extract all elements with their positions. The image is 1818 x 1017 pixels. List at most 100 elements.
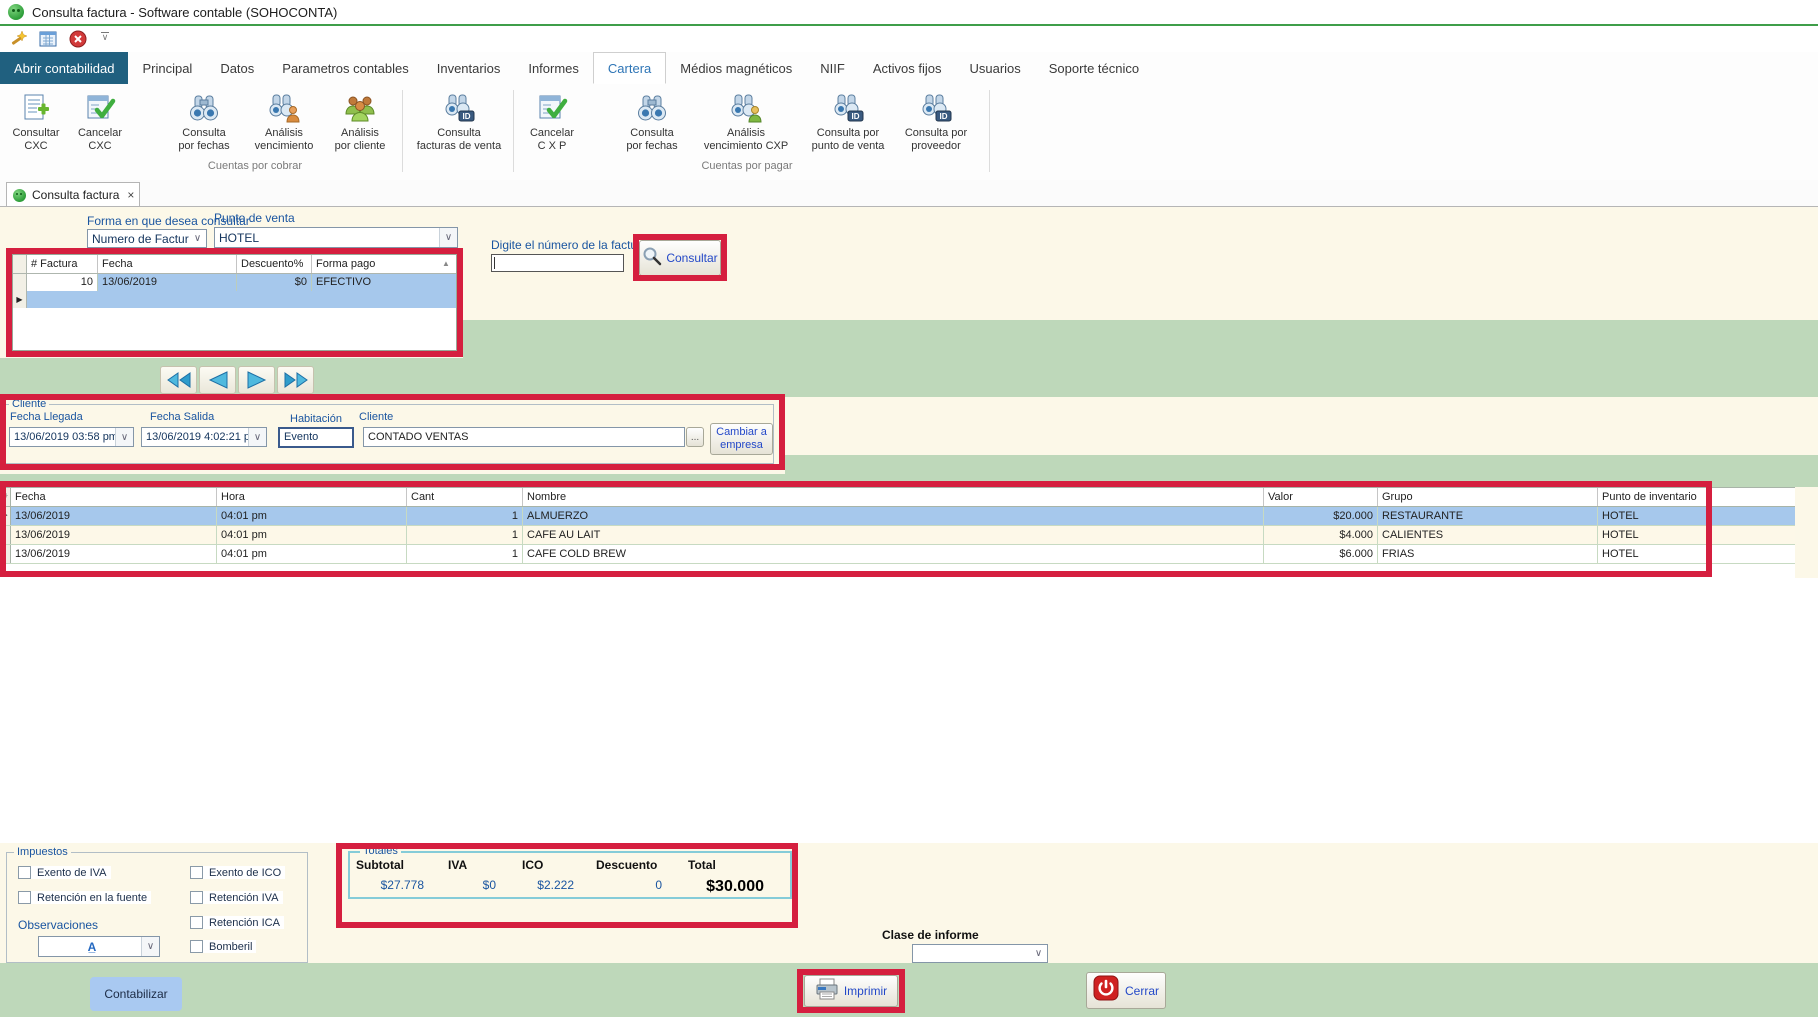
invoice-row-empty[interactable]: ▶ (13, 291, 456, 308)
tab-cartera[interactable]: Cartera (593, 52, 666, 84)
column-header-hora[interactable]: Hora (217, 488, 407, 506)
column-header-fecha[interactable]: Fecha (98, 255, 237, 273)
invoice-number-input[interactable] (491, 254, 624, 272)
cambiar-empresa-button[interactable]: Cambiar a empresa (710, 423, 773, 455)
fecha-salida-label: Fecha Salida (150, 411, 214, 423)
checkbox-retencion-iva[interactable]: Retención IVA (190, 891, 283, 904)
close-red-icon[interactable] (68, 29, 88, 49)
observaciones-select[interactable]: A̲ ∨ (38, 936, 160, 957)
cerrar-button[interactable]: Cerrar (1086, 972, 1166, 1009)
ribbon-button-consulta-por-proveedor[interactable]: ID Consulta por proveedor (890, 88, 982, 160)
invoice-grid[interactable]: # Factura Fecha Descuento% Forma pago ▲ … (12, 254, 457, 351)
column-header-grupo[interactable]: Grupo (1378, 488, 1598, 506)
contabilizar-button[interactable]: Contabilizar (90, 977, 182, 1011)
column-header-factura[interactable]: # Factura (27, 255, 98, 273)
calendar-icon[interactable] (38, 29, 58, 49)
column-header-punto[interactable]: Punto de inventario (1598, 488, 1794, 506)
checkbox-icon (18, 866, 31, 879)
column-header-nombre[interactable]: Nombre (523, 488, 1264, 506)
ribbon-divider (402, 90, 403, 172)
ribbon-button-label: Consulta facturas de venta (417, 127, 501, 153)
tab-parametros-contables[interactable]: Parametros contables (268, 52, 422, 84)
habitacion-input[interactable]: Evento (278, 427, 354, 448)
checkbox-exento-de-ico[interactable]: Exento de ICO (190, 866, 285, 879)
checkbox-retencion-en-la-fuente[interactable]: Retención en la fuente (18, 891, 151, 904)
last-record-button[interactable] (277, 366, 314, 394)
impuestos-group-label: Impuestos (14, 846, 71, 858)
punto-venta-label: Punto de venta (214, 211, 295, 225)
cliente-browse-button[interactable]: ... (686, 427, 704, 447)
chevron-down-icon: ∨ (248, 428, 266, 446)
tab-niif[interactable]: NIIF (806, 52, 859, 84)
punto-venta-select[interactable]: HOTEL ∨ (214, 227, 458, 248)
binoculars-icon (635, 88, 669, 124)
consult-mode-select[interactable]: Numero de Factura ∨ (87, 229, 207, 248)
title-bar: Consulta factura - Software contable (SO… (0, 0, 1818, 26)
column-header-valor[interactable]: Valor (1264, 488, 1378, 506)
fecha-llegada-picker[interactable]: 13/06/2019 03:58 pm ∨ (9, 427, 134, 447)
ribbon-button-label: Consulta por punto de venta (812, 127, 885, 153)
tab-inventarios[interactable]: Inventarios (423, 52, 515, 84)
ribbon-button-label: Consulta por proveedor (905, 127, 967, 153)
ribbon-button-consulta-por-fechas-cxc[interactable]: Consulta por fechas (166, 88, 242, 160)
ribbon-group-divider (513, 90, 514, 172)
wizard-icon[interactable] (8, 29, 28, 49)
totales-group-label: Totales (360, 845, 401, 857)
checkbox-bomberil[interactable]: Bomberil (190, 940, 256, 953)
ribbon-button-label: Análisis vencimiento CXP (704, 127, 788, 153)
previous-record-button[interactable] (199, 366, 236, 394)
clase-informe-label: Clase de informe (882, 928, 979, 942)
tab-medios-magneticos[interactable]: Médios magnéticos (666, 52, 806, 84)
fecha-salida-picker[interactable]: 13/06/2019 4:02:21 p. ∨ (141, 427, 267, 447)
first-record-button[interactable] (160, 366, 197, 394)
chevron-down-icon: ∨ (115, 428, 133, 446)
binoculars-person-icon (729, 88, 763, 124)
tab-abrir-contabilidad[interactable]: Abrir contabilidad (0, 52, 128, 84)
customize-toolbar-icon[interactable]: ∨ (98, 32, 112, 46)
binoculars-id-icon: ID (919, 88, 953, 124)
document-tab-consulta-factura[interactable]: Consulta factura × (6, 182, 140, 207)
imprimir-button[interactable]: Imprimir (804, 975, 898, 1007)
column-header-fecha[interactable]: Fecha (11, 488, 217, 506)
cliente-group-label: Cliente (9, 398, 49, 410)
checkbox-exento-de-iva[interactable]: Exento de IVA (18, 866, 111, 879)
checkbox-icon (18, 891, 31, 904)
ribbon-button-consulta-por-punto-de-venta[interactable]: ID Consulta por punto de venta (800, 88, 896, 160)
detail-row[interactable]: 13/06/2019 04:01 pm 1 CAFE COLD BREW $6.… (0, 545, 1795, 564)
tab-soporte-tecnico[interactable]: Soporte técnico (1035, 52, 1153, 84)
ribbon-button-analisis-por-cliente[interactable]: Análisis por cliente (322, 88, 398, 160)
cliente-label: Cliente (359, 411, 393, 423)
tab-usuarios[interactable]: Usuarios (955, 52, 1034, 84)
tab-datos[interactable]: Datos (206, 52, 268, 84)
imprimir-button-label: Imprimir (844, 984, 887, 998)
detail-row[interactable]: ▶ 13/06/2019 04:01 pm 1 ALMUERZO $20.000… (0, 507, 1795, 526)
tab-informes[interactable]: Informes (514, 52, 593, 84)
total-subtotal: Subtotal $27.778 (356, 858, 424, 892)
consultar-button[interactable]: Consultar (639, 240, 721, 276)
invoice-row[interactable]: 10 13/06/2019 $0 EFECTIVO (13, 274, 456, 291)
ribbon-button-cancelar-cxp[interactable]: Cancelar C X P (520, 88, 584, 160)
ribbon-button-consulta-facturas-de-venta[interactable]: ID Consulta facturas de venta (406, 88, 512, 160)
ribbon-button-consultar-cxc[interactable]: Consultar CXC (6, 88, 66, 160)
sort-asc-icon[interactable]: ▲ (442, 255, 456, 273)
total-ico: ICO $2.222 (522, 858, 574, 892)
tab-activos-fijos[interactable]: Activos fijos (859, 52, 956, 84)
checkbox-retencion-ica[interactable]: Retención ICA (190, 916, 284, 929)
detail-row[interactable]: 13/06/2019 04:01 pm 1 CAFE AU LAIT $4.00… (0, 526, 1795, 545)
tab-principal[interactable]: Principal (128, 52, 206, 84)
ribbon-button-analisis-vencimiento-cxp[interactable]: Análisis vencimiento CXP (694, 88, 798, 160)
ribbon-button-consulta-por-fechas-cxp[interactable]: Consulta por fechas (614, 88, 690, 160)
clase-informe-select[interactable]: ∨ (912, 944, 1048, 963)
column-header-forma-pago[interactable]: Forma pago (312, 255, 442, 273)
close-tab-icon[interactable]: × (127, 188, 134, 202)
row-selector-header (13, 255, 27, 273)
column-header-descuento[interactable]: Descuento% (237, 255, 312, 273)
document-tab-icon (13, 189, 26, 202)
column-header-cant[interactable]: Cant (407, 488, 523, 506)
ribbon-button-cancelar-cxc[interactable]: Cancelar CXC (70, 88, 130, 160)
cliente-input[interactable]: CONTADO VENTAS (363, 427, 685, 447)
ribbon-group-label-cuentas-por-pagar: Cuentas por pagar (662, 160, 832, 172)
ribbon-button-analisis-vencimiento[interactable]: Análisis vencimiento (244, 88, 324, 160)
detail-table[interactable]: ✳ Fecha Hora Cant Nombre Valor Grupo Pun… (0, 487, 1795, 578)
next-record-button[interactable] (238, 366, 275, 394)
